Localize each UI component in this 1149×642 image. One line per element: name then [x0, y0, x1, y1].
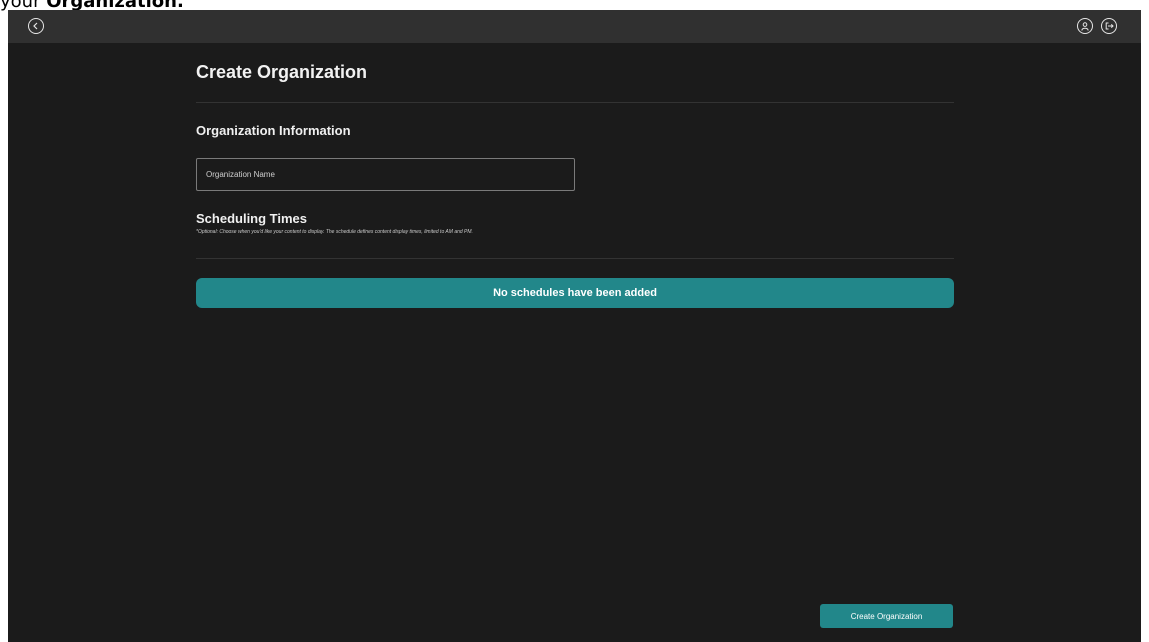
- user-icon: [1081, 21, 1089, 31]
- no-schedules-banner: No schedules have been added: [196, 278, 954, 308]
- top-bar: [8, 10, 1141, 43]
- page-title: Create Organization: [196, 62, 368, 82]
- org-info-heading: Organization Information: [196, 123, 351, 138]
- scheduling-divider: [196, 258, 954, 259]
- logout-button[interactable]: [1101, 18, 1117, 34]
- app-window: Create Organization Organization Informa…: [8, 10, 1141, 642]
- scheduling-note: *Optional: Choose when you'd like your c…: [196, 229, 473, 235]
- title-divider: [196, 102, 954, 103]
- profile-button[interactable]: [1077, 18, 1093, 34]
- logout-icon: [1105, 22, 1114, 30]
- back-button[interactable]: [28, 18, 44, 34]
- scheduling-heading: Scheduling Times: [196, 211, 308, 226]
- chevron-left-icon: [33, 22, 38, 30]
- organization-name-input[interactable]: [196, 158, 575, 191]
- create-organization-button[interactable]: Create Organization: [820, 604, 953, 628]
- caption-text: your Organization.: [0, 0, 184, 11]
